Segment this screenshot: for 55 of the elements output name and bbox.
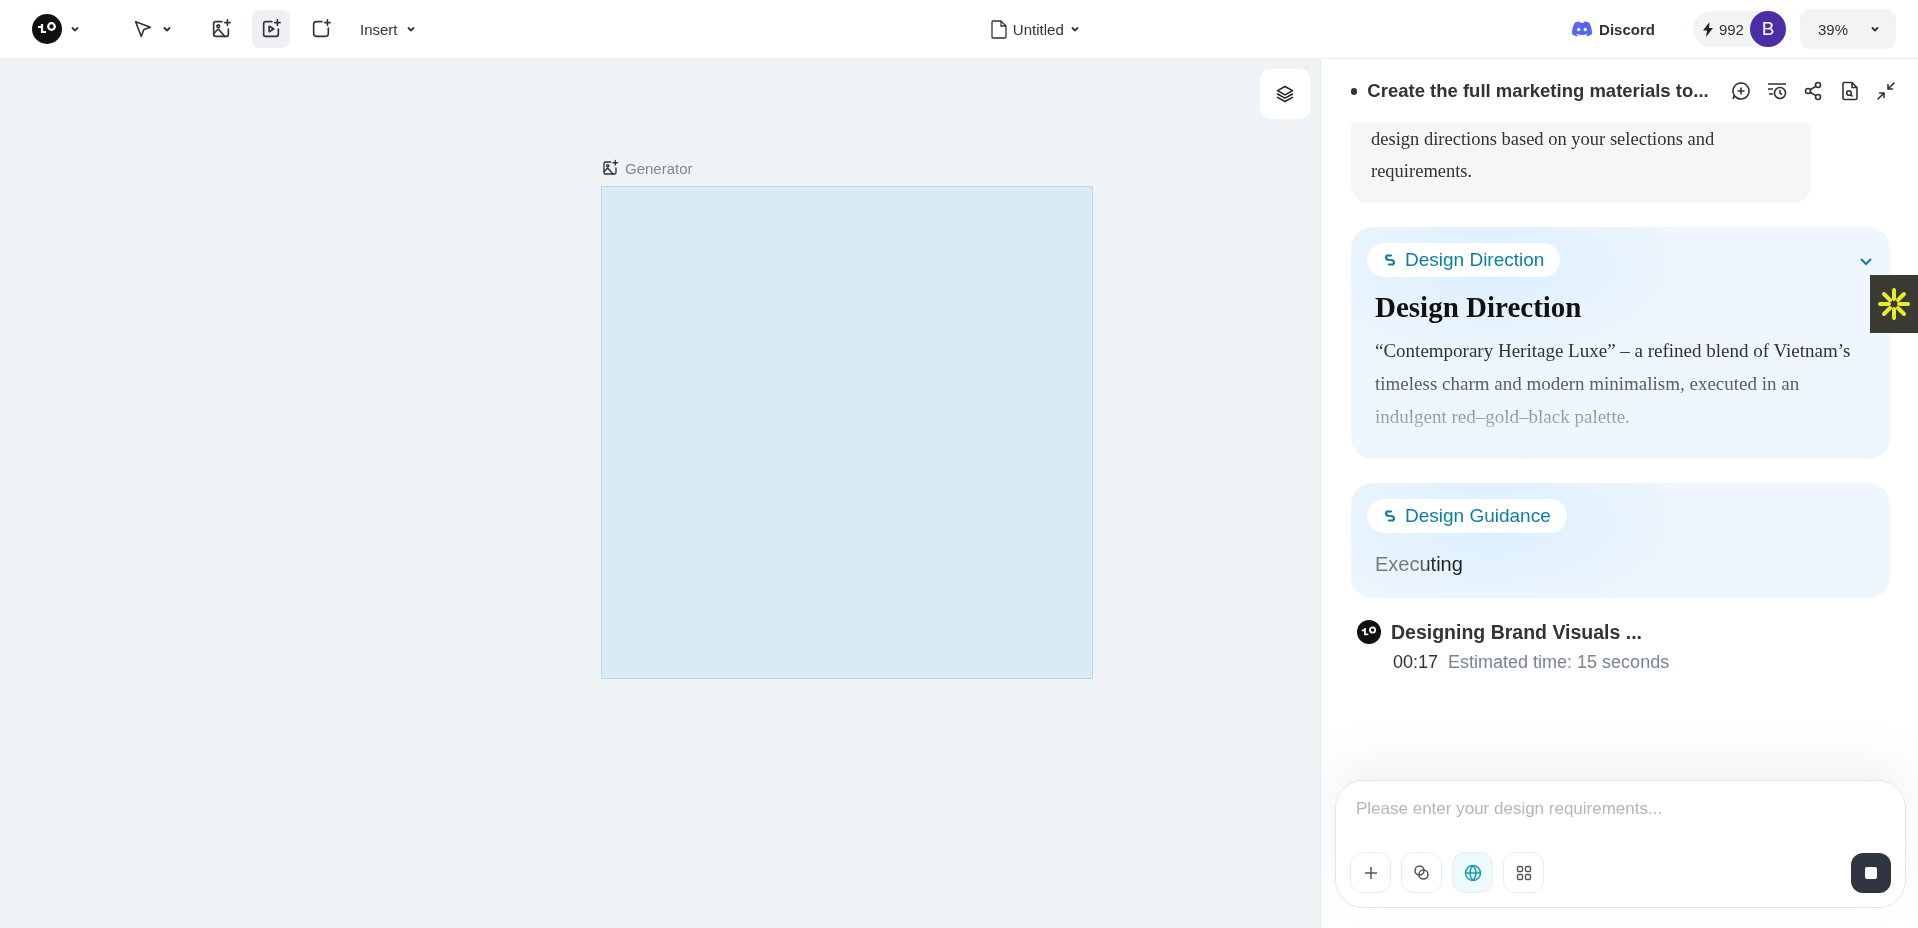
- caret-icon: [70, 24, 80, 34]
- status-dot: [1351, 87, 1358, 95]
- logo-icon: [32, 14, 62, 44]
- caret-icon: [162, 24, 172, 34]
- image-sparkle-icon: [210, 18, 232, 40]
- zoom-menu[interactable]: 39%: [1799, 9, 1896, 49]
- elapsed-time: 00:17: [1393, 652, 1439, 673]
- plus-icon: [1362, 864, 1379, 881]
- section-label: Design Guidance: [1405, 505, 1551, 527]
- caret-icon: [1870, 24, 1880, 34]
- chat-title: Create the full marketing materials to...: [1367, 80, 1709, 102]
- document-title[interactable]: Untitled: [984, 11, 1086, 47]
- video-sparkle-icon: [260, 18, 282, 40]
- caret-icon: [1069, 24, 1080, 34]
- video-tool[interactable]: [252, 10, 290, 48]
- link-button[interactable]: [1401, 852, 1442, 893]
- caret-icon: [405, 24, 416, 34]
- logo-icon: [1357, 620, 1381, 644]
- apps-button[interactable]: [1503, 852, 1544, 893]
- card-heading: Design Direction: [1375, 291, 1583, 324]
- prompt-box[interactable]: Please enter your design requirements...: [1335, 780, 1906, 908]
- asterisk-icon: [1877, 287, 1911, 321]
- frame-label: Generator: [625, 159, 693, 177]
- image-sparkle-icon: [601, 159, 619, 177]
- grid-icon: [1515, 864, 1532, 881]
- layers-button[interactable]: [1260, 69, 1310, 119]
- add-button[interactable]: [1350, 852, 1391, 893]
- user-avatar[interactable]: B: [1749, 11, 1786, 47]
- prompt-field[interactable]: Please enter your design requirements...: [1350, 795, 1891, 823]
- task-title: Designing Brand Visuals ...: [1391, 620, 1644, 644]
- section-label: Design Direction: [1405, 249, 1545, 271]
- globe-icon: [1463, 863, 1482, 882]
- collapse-icon: [1875, 81, 1896, 101]
- message-bubble: design directions based on your selections and requirements.: [1351, 123, 1811, 203]
- history-icon: [1766, 81, 1789, 101]
- asterisk-widget[interactable]: [1870, 275, 1918, 333]
- chat-plus-icon: [1730, 81, 1751, 101]
- layers-icon: [1275, 84, 1295, 104]
- overlap-circles-icon: [1413, 864, 1430, 881]
- frame-sparkle-icon: [310, 18, 332, 40]
- credits-badge: 992 B: [1692, 11, 1786, 47]
- document-icon: [990, 19, 1007, 39]
- card-paragraph: “Contemporary Heritage Luxe” – a refined blend of Vietnam’s timeless charm and modern minimalism, executed in an indulgent red–gold–black palette.: [1375, 339, 1852, 429]
- estimated-time: Estimated time: 15 seconds: [1448, 652, 1670, 673]
- discord-icon: [1571, 21, 1594, 37]
- stop-button[interactable]: [1851, 852, 1891, 893]
- web-button[interactable]: [1452, 852, 1493, 893]
- pointer-icon: [132, 18, 154, 40]
- insert-menu[interactable]: Insert: [352, 10, 424, 48]
- status-text: Executing: [1375, 553, 1463, 576]
- share-icon: [1803, 81, 1824, 101]
- stop-icon: [1865, 866, 1877, 879]
- discord-link[interactable]: Discord: [1565, 11, 1661, 47]
- file-search-icon: [1840, 81, 1859, 101]
- lightning-icon: [1702, 21, 1713, 37]
